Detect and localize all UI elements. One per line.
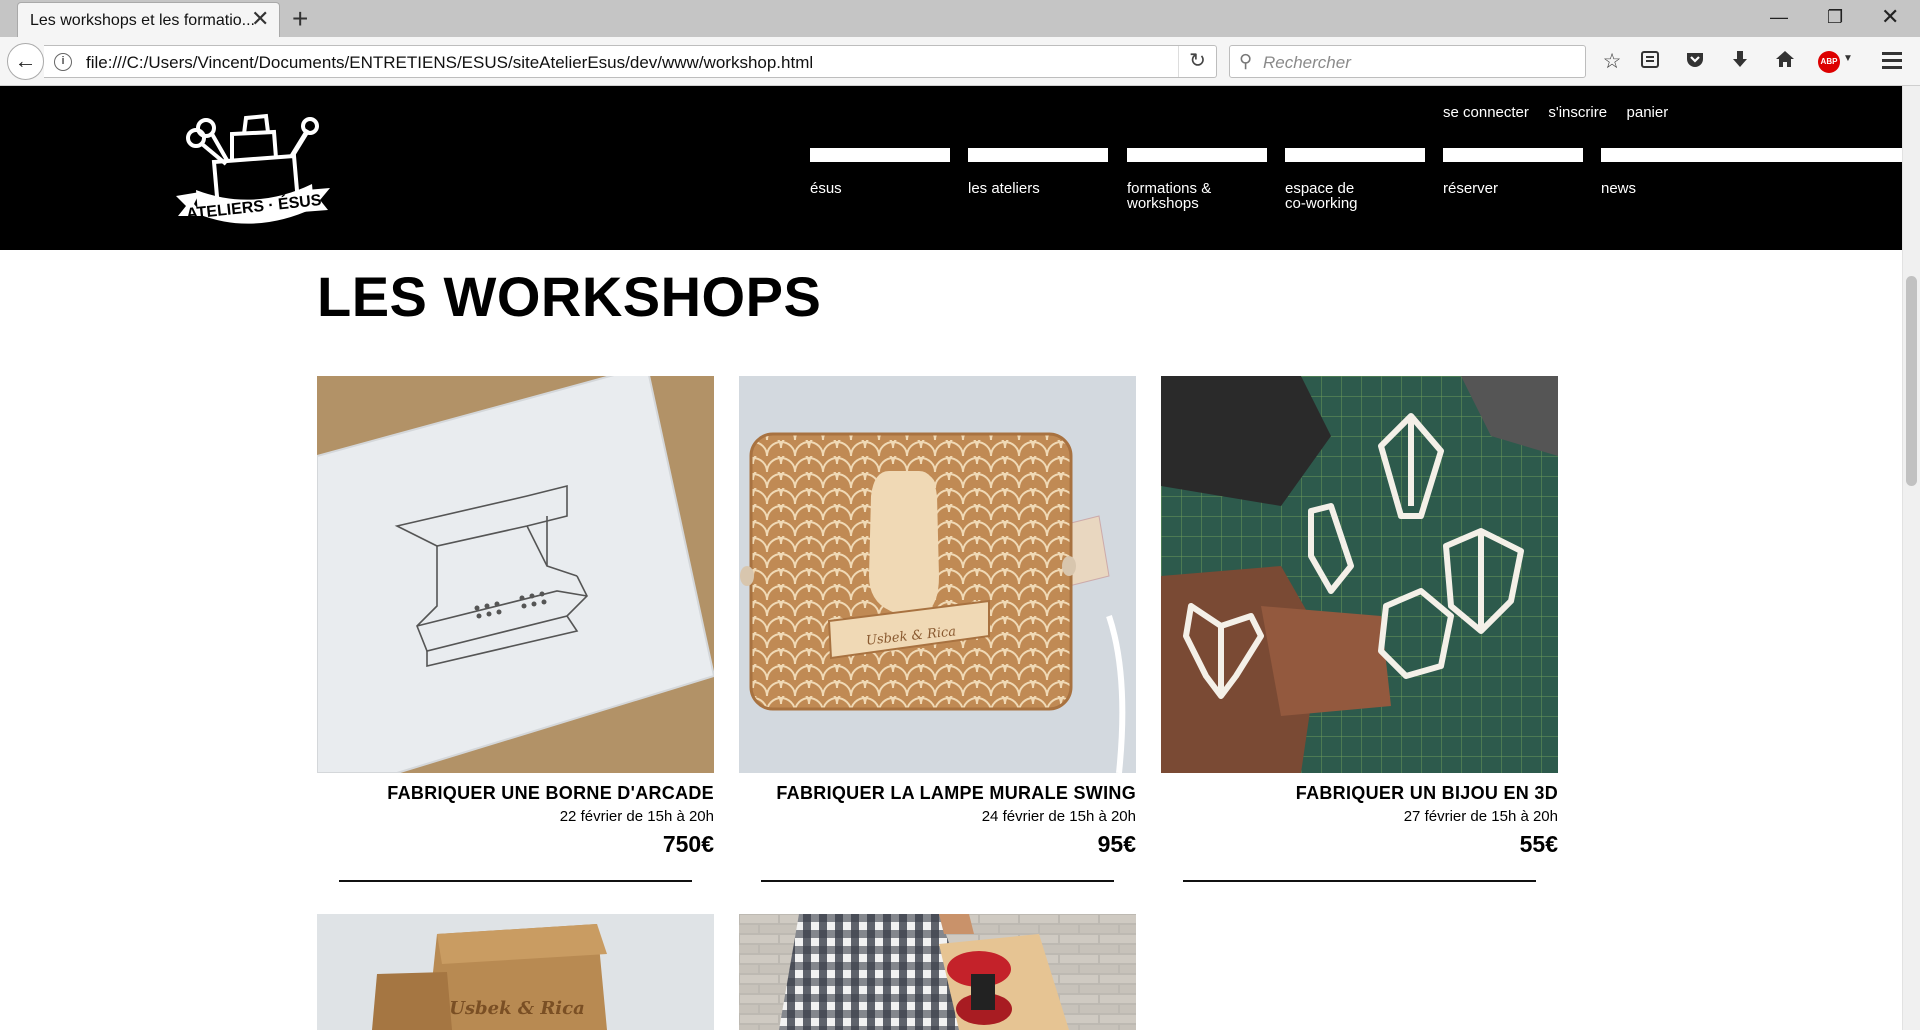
workshop-card-arcade[interactable]: FABRIQUER UNE BORNE D'ARCADE 22 février … [317, 376, 714, 882]
info-icon[interactable]: i [54, 53, 72, 71]
pocket-icon[interactable] [1681, 48, 1709, 76]
nav-item-ateliers[interactable]: les ateliers [968, 148, 1108, 196]
browser-tab[interactable]: Les workshops et les formatio... ✕ [17, 2, 280, 37]
close-tab-icon[interactable]: ✕ [251, 8, 269, 30]
nav-label: ésus [810, 180, 842, 197]
workshop-card-partial-2[interactable] [739, 914, 1136, 1030]
tab-bar: Les workshops et les formatio... ✕ + — ❐… [0, 0, 1920, 37]
tab-title: Les workshops et les formatio... [30, 12, 255, 29]
nav-bar-decoration [810, 148, 950, 162]
url-bar[interactable]: i file:///C:/Users/Vincent/Documents/ENT… [44, 45, 1217, 78]
card-divider [761, 880, 1114, 882]
minimize-icon[interactable]: — [1770, 2, 1788, 32]
account-links: se connecter s'inscrire panier [1443, 104, 1683, 122]
login-link[interactable]: se connecter [1443, 104, 1529, 121]
site-header: ATELIERS · ÉSUS se connecter s'inscrire … [0, 86, 1902, 250]
workshop-card-partial-1[interactable]: Usbek & Rica [317, 914, 714, 1030]
workshop-card-jewel[interactable]: FABRIQUER UN BIJOU EN 3D 27 février de 1… [1161, 376, 1558, 882]
bookmark-star-icon[interactable]: ☆ [1598, 48, 1626, 76]
workshop-title[interactable]: FABRIQUER LA LAMPE MURALE SWING [739, 783, 1136, 804]
page-title: LES WORKSHOPS [317, 265, 822, 328]
restore-icon[interactable]: ❐ [1827, 2, 1843, 32]
workshop-card-lamp[interactable]: Usbek & Rica FABRIQUER LA LAMPE MURALE S… [739, 376, 1136, 882]
cart-link[interactable]: panier [1627, 104, 1669, 121]
reading-list-icon[interactable] [1636, 48, 1664, 76]
download-icon[interactable] [1726, 48, 1754, 76]
reload-icon[interactable]: ↻ [1178, 46, 1216, 77]
card-divider [1183, 880, 1536, 882]
new-tab-icon[interactable]: + [292, 2, 308, 36]
scrollbar-thumb[interactable] [1906, 276, 1917, 486]
3d-jewelry-image[interactable] [1161, 376, 1558, 773]
page-scrollbar[interactable] [1902, 86, 1920, 1030]
signup-link[interactable]: s'inscrire [1548, 104, 1607, 121]
back-arrow-icon[interactable]: ← [7, 43, 44, 80]
wooden-object-image[interactable]: Usbek & Rica [317, 914, 714, 1030]
nav-bar-decoration [1601, 148, 1902, 162]
box-engraving-text: Usbek & Rica [449, 998, 585, 1019]
nav-label: réserver [1443, 180, 1499, 197]
search-bar[interactable]: ⚲ Rechercher [1229, 45, 1586, 78]
nav-label: les ateliers [968, 180, 1040, 197]
workshop-title[interactable]: FABRIQUER UN BIJOU EN 3D [1161, 783, 1558, 804]
nav-bar-decoration [1443, 148, 1583, 162]
navigation-toolbar: ← i file:///C:/Users/Vincent/Documents/E… [0, 37, 1920, 86]
nav-item-news[interactable]: news [1601, 148, 1902, 196]
arcade-plan-image[interactable] [317, 376, 714, 773]
nav-label: formations & workshops [1127, 180, 1212, 212]
nav-item-formations[interactable]: formations & workshops [1127, 148, 1267, 211]
adblock-icon[interactable]: ABP [1818, 51, 1840, 73]
home-icon[interactable] [1771, 48, 1799, 76]
nav-label: news [1601, 180, 1637, 197]
search-icon: ⚲ [1239, 51, 1253, 71]
ateliers-esus-logo[interactable]: ATELIERS · ÉSUS [174, 104, 332, 232]
card-divider [339, 880, 692, 882]
nav-bar-decoration [1285, 148, 1425, 162]
nav-label: espace de co-working [1285, 180, 1358, 212]
search-placeholder: Rechercher [1263, 53, 1351, 72]
skateboard-image[interactable] [739, 914, 1136, 1030]
adblock-dropdown-icon[interactable]: ▼ [1843, 53, 1853, 64]
hamburger-menu-icon[interactable] [1882, 52, 1902, 70]
workshop-date: 27 février de 15h à 20h [1403, 808, 1558, 825]
nav-bar-decoration [1127, 148, 1267, 162]
nav-bar-decoration [968, 148, 1108, 162]
nav-item-coworking[interactable]: espace de co-working [1285, 148, 1425, 211]
nav-item-esus[interactable]: ésus [810, 148, 950, 196]
nav-item-reserver[interactable]: réserver [1443, 148, 1583, 196]
wall-lamp-image[interactable]: Usbek & Rica [739, 376, 1136, 773]
page-viewport: ATELIERS · ÉSUS se connecter s'inscrire … [0, 86, 1902, 1030]
workshop-date: 22 février de 15h à 20h [559, 808, 714, 825]
workshop-date: 24 février de 15h à 20h [981, 808, 1136, 825]
close-window-icon[interactable]: ✕ [1881, 2, 1899, 32]
workshop-price: 95€ [1097, 831, 1136, 857]
workshop-price: 750€ [662, 831, 714, 857]
url-text[interactable]: file:///C:/Users/Vincent/Documents/ENTRE… [86, 53, 813, 73]
workshop-price: 55€ [1519, 831, 1558, 857]
workshop-title[interactable]: FABRIQUER UNE BORNE D'ARCADE [317, 783, 714, 804]
